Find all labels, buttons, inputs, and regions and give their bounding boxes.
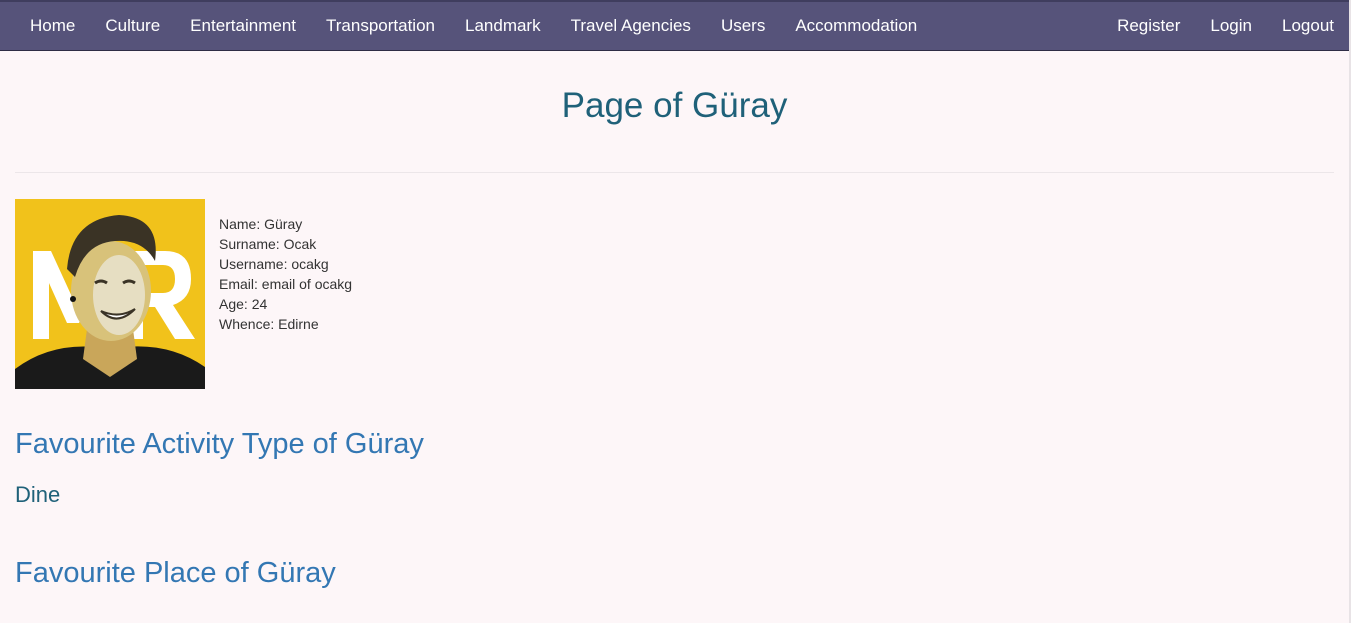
nav-logout-link[interactable]: Logout [1267, 2, 1349, 50]
favourite-place-heading: Favourite Place of Güray [15, 557, 336, 589]
top-navbar: Home Culture Entertainment Transportatio… [0, 0, 1349, 51]
avatar-portrait-image [15, 199, 205, 389]
title-divider [15, 172, 1334, 173]
favourite-activity-value: Dine [15, 482, 61, 507]
nav-register-link[interactable]: Register [1102, 2, 1195, 50]
nav-users-link[interactable]: Users [706, 2, 780, 50]
page-title: Page of Güray [561, 86, 788, 125]
nav-culture-link[interactable]: Culture [90, 2, 175, 50]
nav-landmark-link[interactable]: Landmark [450, 2, 556, 50]
profile-avatar [15, 199, 205, 389]
nav-right-group: Register Login Logout [1102, 2, 1349, 50]
profile-info: Name: Güray Surname: Ocak Username: ocak… [219, 214, 352, 334]
nav-accommodation-link[interactable]: Accommodation [780, 2, 932, 50]
profile-whence: Whence: Edirne [219, 316, 319, 332]
nav-login-link[interactable]: Login [1195, 2, 1267, 50]
profile-name: Name: Güray [219, 216, 303, 232]
profile-email: Email: email of ocakg [219, 276, 353, 292]
profile-surname: Surname: Ocak [219, 236, 317, 252]
nav-transportation-link[interactable]: Transportation [311, 2, 450, 50]
nav-home-link[interactable]: Home [15, 2, 90, 50]
profile-username: Username: ocakg [219, 256, 329, 272]
favourite-activity-heading: Favourite Activity Type of Güray [15, 428, 424, 460]
nav-left-group: Home Culture Entertainment Transportatio… [15, 2, 932, 50]
nav-entertainment-link[interactable]: Entertainment [175, 2, 311, 50]
nav-travel-agencies-link[interactable]: Travel Agencies [556, 2, 706, 50]
profile-age: Age: 24 [219, 296, 268, 312]
